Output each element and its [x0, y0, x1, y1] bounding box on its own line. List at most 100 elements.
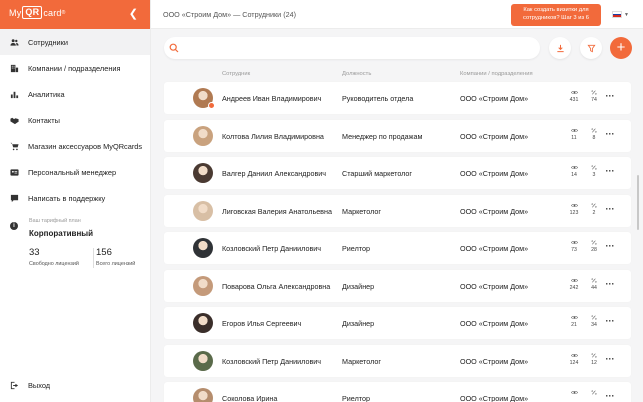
onboarding-hint[interactable]: Как создать визитки для сотрудников? Шаг… — [511, 4, 601, 26]
chevron-down-icon: ▼ — [624, 11, 629, 18]
export-button[interactable] — [549, 37, 571, 59]
sidebar-item-label: Контакты — [28, 115, 60, 125]
employee-table: Андреев Иван Владимирович Руководитель от… — [164, 82, 631, 402]
employee-position: Маркетолог — [342, 206, 381, 216]
table-row[interactable]: Поварова Ольга Александровна Дизайнер ООО … — [164, 269, 631, 302]
sidebar-item-2[interactable]: Аналитика — [0, 81, 150, 107]
more-actions-button[interactable]: ··· — [603, 316, 617, 330]
employee-position: Риелтор — [342, 244, 370, 253]
avatar — [193, 163, 213, 183]
table-row[interactable]: Егоров Илья Сергеевич Дизайнер ООО «Строим… — [164, 307, 631, 339]
search-input[interactable] — [182, 40, 532, 56]
cart-icon — [10, 142, 19, 151]
conversion-stat: 12 — [587, 352, 601, 366]
employee-name[interactable]: Соколова Ирина — [222, 394, 334, 402]
column-employee[interactable]: Сотрудник — [222, 71, 250, 77]
search-icon — [169, 43, 179, 53]
views-stat: 73 — [567, 240, 581, 253]
column-company[interactable]: Компании / подразделения — [460, 71, 533, 77]
employee-name[interactable]: Козловский Петр Даниилович — [222, 244, 334, 253]
logo-reg: ® — [61, 9, 66, 16]
more-actions-button[interactable]: ··· — [603, 241, 617, 255]
employee-company: ООО «Строим Дом» — [460, 281, 529, 291]
employee-name[interactable]: Колтова Лилия Владимировна — [222, 132, 334, 141]
handshake-icon — [10, 116, 19, 125]
sidebar-item-6[interactable]: Написать в поддержку — [0, 185, 150, 211]
views-count: 14 — [571, 172, 577, 178]
more-actions-button[interactable]: ··· — [603, 279, 617, 293]
id-card-icon — [10, 168, 19, 177]
eye-icon — [567, 390, 581, 395]
conversion-count: 44 — [591, 284, 597, 291]
sidebar-item-label: Аналитика — [28, 89, 65, 99]
percent-icon — [587, 240, 601, 245]
more-actions-button[interactable]: ··· — [603, 204, 617, 218]
views-stat: 14 — [567, 165, 581, 178]
conversion-count: 2 — [592, 209, 596, 216]
employee-name[interactable]: Егоров Илья Сергеевич — [222, 319, 334, 328]
conversion-count: 28 — [591, 247, 597, 253]
logout-button[interactable]: Выход — [10, 381, 50, 390]
table-row[interactable]: Андреев Иван Владимирович Руководитель от… — [164, 82, 631, 114]
filter-icon — [586, 44, 596, 52]
table-row[interactable]: Козловский Петр Даниилович Маркетолог ООО … — [164, 344, 631, 377]
avatar — [193, 125, 213, 146]
employee-name[interactable]: Поварова Ольга Александровна — [222, 282, 334, 291]
avatar — [193, 350, 213, 371]
logout-icon — [10, 381, 19, 390]
conversion-count: 8 — [592, 134, 596, 141]
views-count: 73 — [571, 247, 577, 253]
sidebar-item-5[interactable]: Персональный менеджер — [0, 159, 150, 185]
more-actions-button[interactable]: ··· — [603, 166, 617, 180]
sidebar-item-3[interactable]: Контакты — [0, 107, 150, 133]
eye-icon — [567, 165, 581, 170]
views-stat: 21 — [567, 315, 581, 328]
sidebar-item-1[interactable]: Компании / подразделения — [0, 55, 150, 81]
views-count: 124 — [569, 359, 579, 366]
employee-company: ООО «Строим Дом» — [460, 169, 529, 178]
sidebar-item-label: Сотрудники — [28, 37, 69, 47]
employee-company: ООО «Строим Дом» — [460, 94, 529, 103]
table-row[interactable]: Соколова Ирина Риелтор ООО «Строим Дом» ··· — [164, 382, 631, 402]
views-stat: 124 — [567, 353, 581, 366]
employee-name[interactable]: Лиговская Валерия Анатольевна — [222, 207, 334, 216]
employee-name[interactable]: Андреев Иван Владимирович — [222, 94, 334, 103]
conversion-count: 12 — [591, 359, 597, 366]
sidebar-item-4[interactable]: Магазин аксессуаров MyQRcards — [0, 133, 150, 159]
plan-label: Ваш тарифный план — [29, 218, 81, 224]
filter-button[interactable] — [580, 37, 602, 59]
logo-suffix: card — [43, 7, 62, 18]
sidebar-item-label: Написать в поддержку — [28, 193, 106, 203]
more-actions-button[interactable]: ··· — [603, 129, 617, 143]
sidebar-item-0[interactable]: Сотрудники — [0, 29, 150, 55]
views-count: 21 — [571, 322, 577, 328]
total-licenses-count: 156 — [96, 247, 112, 258]
conversion-stat: 28 — [587, 240, 601, 253]
scrollbar[interactable] — [637, 175, 639, 230]
percent-icon — [587, 352, 601, 358]
logo-qr: QR — [22, 6, 43, 19]
table-row[interactable]: Козловский Петр Даниилович Риелтор ООО «Ст… — [164, 232, 631, 264]
add-employee-button[interactable]: + — [610, 37, 632, 59]
brand-logo[interactable]: My QR card ® — [9, 6, 66, 19]
column-position[interactable]: Должность — [342, 71, 371, 77]
conversion-count: 34 — [591, 322, 597, 328]
table-row[interactable]: Валгер Даниил Александрович Старший марке… — [164, 157, 631, 189]
collapse-sidebar-icon[interactable]: ❮ — [129, 7, 138, 20]
topbar: ООО «Строим Дом» — Сотрудники (24) Как с… — [151, 0, 643, 29]
conversion-stat: 74 — [587, 90, 601, 103]
employee-name[interactable]: Козловский Петр Даниилович — [222, 357, 334, 366]
sidebar-item-label: Компании / подразделения — [28, 63, 121, 73]
eye-icon — [567, 90, 581, 95]
more-actions-button[interactable]: ··· — [603, 391, 617, 402]
table-row[interactable]: Колтова Лилия Владимировна Менеджер по пр… — [164, 119, 631, 152]
views-count: 11 — [571, 134, 577, 141]
views-count: 431 — [569, 97, 579, 103]
table-row[interactable]: Лиговская Валерия Анатольевна Маркетолог О… — [164, 194, 631, 227]
employee-name[interactable]: Валгер Даниил Александрович — [222, 169, 334, 178]
search-bar — [164, 37, 540, 59]
sidebar-item-label: Магазин аксессуаров MyQRcards — [28, 141, 143, 151]
more-actions-button[interactable]: ··· — [603, 354, 617, 368]
more-actions-button[interactable]: ··· — [603, 91, 617, 105]
language-selector[interactable]: ▼ — [612, 11, 629, 18]
